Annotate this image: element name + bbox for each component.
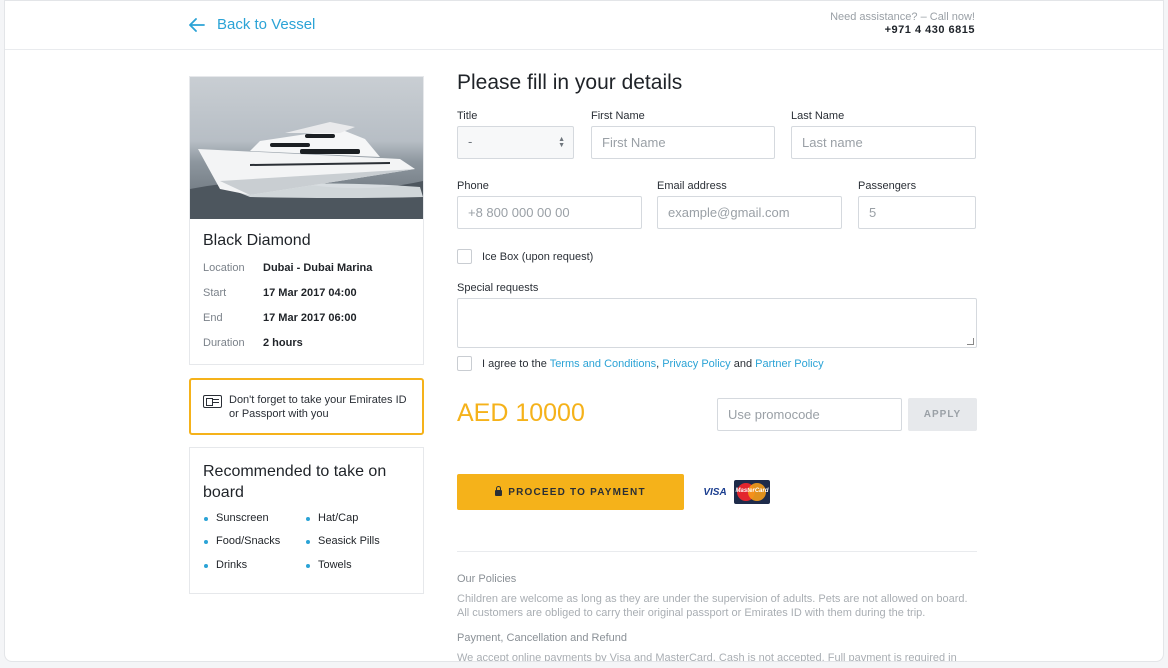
passengers-label: Passengers bbox=[858, 180, 917, 192]
detail-value: 17 Mar 2017 06:00 bbox=[263, 312, 357, 324]
vessel-photo bbox=[190, 77, 423, 219]
special-requests-label: Special requests bbox=[457, 282, 539, 294]
mastercard-text: MasterCard bbox=[735, 488, 769, 494]
recommend-item: Sunscreen bbox=[204, 512, 269, 524]
form-title: Please fill in your details bbox=[457, 71, 683, 94]
booking-page: Back to Vessel Need assistance? – Call n… bbox=[4, 0, 1164, 662]
back-label: Back to Vessel bbox=[217, 16, 316, 33]
title-label: Title bbox=[457, 110, 478, 122]
detail-value: 17 Mar 2017 04:00 bbox=[263, 287, 357, 299]
agree-label: I agree to the Terms and Conditions, Pri… bbox=[482, 358, 824, 370]
assistance-info: Need assistance? – Call now! +971 4 430 … bbox=[830, 11, 975, 37]
recommend-item: Towels bbox=[306, 559, 352, 571]
yacht-image bbox=[190, 122, 423, 219]
detail-duration: Duration 2 hours bbox=[203, 337, 303, 349]
agree-checkbox[interactable] bbox=[457, 356, 472, 371]
terms-link[interactable]: Terms and Conditions bbox=[550, 358, 656, 370]
title-select[interactable]: - ▲ ▼ bbox=[457, 126, 574, 159]
agree-comma: , bbox=[656, 358, 660, 370]
vessel-card: Black Diamond Location Dubai - Dubai Mari… bbox=[189, 76, 424, 365]
recommend-item: Seasick Pills bbox=[306, 535, 380, 547]
payment-policy-title: Payment, Cancellation and Refund bbox=[457, 632, 627, 644]
lock-icon bbox=[495, 486, 503, 496]
policies-title: Our Policies bbox=[457, 573, 517, 585]
arrow-left-icon bbox=[189, 17, 205, 32]
divider bbox=[457, 551, 977, 552]
recommend-title: Recommended to take on board bbox=[203, 463, 387, 501]
id-notice: Don't forget to take your Emirates ID or… bbox=[189, 378, 424, 435]
icebox-checkbox[interactable] bbox=[457, 249, 472, 264]
email-input[interactable] bbox=[657, 196, 842, 229]
title-select-value: - bbox=[468, 134, 473, 149]
recommend-item: Drinks bbox=[203, 559, 248, 571]
detail-label: Start bbox=[203, 287, 227, 299]
notice-text: Don't forget to take your Emirates ID or… bbox=[229, 394, 407, 420]
detail-label: End bbox=[203, 312, 223, 324]
phone-label: Phone bbox=[457, 180, 489, 192]
policies-text: Children are welcome as long as they are… bbox=[457, 593, 968, 619]
detail-value: 2 hours bbox=[263, 337, 303, 349]
top-bar: Back to Vessel Need assistance? – Call n… bbox=[5, 1, 1163, 50]
first-name-input[interactable] bbox=[591, 126, 775, 159]
phone-input[interactable] bbox=[457, 196, 642, 229]
agree-and: and bbox=[733, 358, 753, 370]
detail-start: Start 17 Mar 2017 04:00 bbox=[203, 287, 357, 299]
recommend-item: Hat/Cap bbox=[305, 512, 359, 524]
detail-value: Dubai - Dubai Marina bbox=[263, 262, 373, 274]
detail-end: End 17 Mar 2017 06:00 bbox=[203, 312, 357, 324]
passengers-input[interactable] bbox=[858, 196, 976, 229]
mastercard-logo: MasterCard bbox=[734, 480, 770, 504]
assistance-text: Need assistance? – Call now! bbox=[830, 11, 975, 23]
recommend-item: Food/Snacks bbox=[203, 535, 281, 547]
total-price: AED 10000 bbox=[457, 399, 585, 427]
payment-policy-text: We accept online payments by Visa and Ma… bbox=[457, 652, 957, 662]
email-label: Email address bbox=[657, 180, 727, 192]
partner-link[interactable]: Partner Policy bbox=[755, 358, 823, 370]
pay-label: PROCEED TO PAYMENT bbox=[508, 486, 646, 498]
icebox-label: Ice Box (upon request) bbox=[482, 251, 594, 263]
assistance-phone[interactable]: +971 4 430 6815 bbox=[830, 24, 975, 37]
id-card-icon bbox=[203, 395, 222, 408]
first-name-label: First Name bbox=[591, 110, 645, 122]
privacy-link[interactable]: Privacy Policy bbox=[662, 358, 730, 370]
proceed-to-payment-button[interactable]: PROCEED TO PAYMENT bbox=[457, 474, 684, 510]
visa-logo: VISA bbox=[699, 481, 731, 503]
promocode-input[interactable] bbox=[717, 398, 902, 431]
detail-label: Duration bbox=[203, 337, 245, 349]
vessel-name: Black Diamond bbox=[203, 232, 311, 249]
back-to-vessel-link[interactable]: Back to Vessel bbox=[189, 16, 315, 33]
detail-label: Location bbox=[203, 262, 245, 274]
last-name-input[interactable] bbox=[791, 126, 976, 159]
select-arrows-icon: ▲ ▼ bbox=[558, 136, 565, 149]
agree-prefix: I agree to the bbox=[482, 358, 547, 370]
last-name-label: Last Name bbox=[791, 110, 845, 122]
apply-button[interactable]: APPLY bbox=[908, 398, 977, 431]
recommend-card: Recommended to take on board Sunscreen H… bbox=[189, 447, 424, 594]
special-requests-textarea[interactable] bbox=[457, 298, 977, 348]
detail-location: Location Dubai - Dubai Marina bbox=[203, 262, 372, 274]
